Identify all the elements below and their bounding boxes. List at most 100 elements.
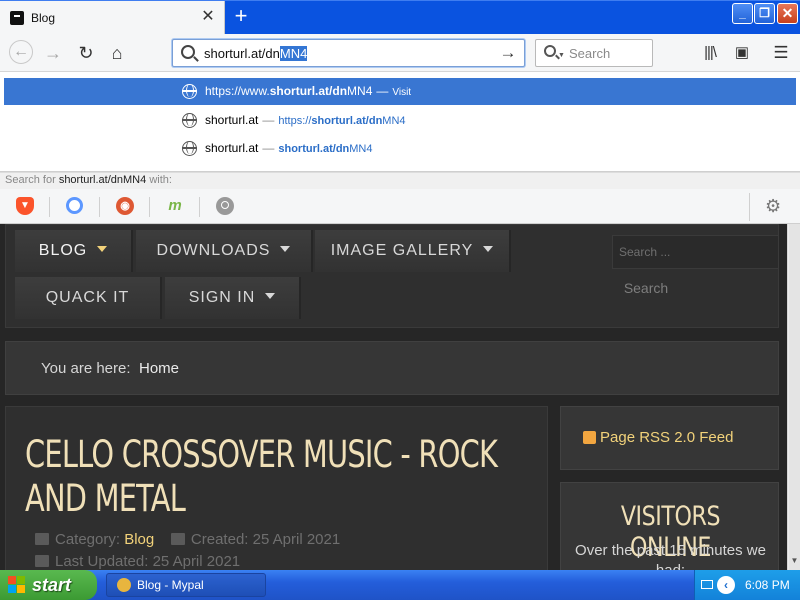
- article: CELLO CROSSOVER MUSIC - ROCK AND METAL C…: [5, 406, 548, 570]
- menu-label: DOWNLOADS: [156, 242, 271, 259]
- article-title[interactable]: CELLO CROSSOVER MUSIC - ROCK AND METAL: [25, 433, 524, 521]
- menu-label: BLOG: [38, 242, 88, 259]
- reload-icon[interactable]: ↻: [75, 42, 97, 64]
- vertical-scrollbar[interactable]: ▼: [787, 224, 800, 570]
- article-meta-updated: Last Updated: 25 April 2021: [35, 553, 240, 570]
- menu-item-sign-in[interactable]: SIGN IN: [165, 277, 301, 319]
- suggestion-row[interactable]: shorturl.at — https://shorturl.at/dnMN4: [4, 107, 796, 134]
- url-text[interactable]: shorturl.at/dnMN4: [204, 46, 308, 61]
- suggestion-dash: —: [262, 141, 275, 155]
- go-arrow-icon[interactable]: →: [498, 43, 518, 63]
- suggestion-url-rest: MN4: [349, 143, 373, 155]
- library-icon[interactable]: |||\: [699, 42, 721, 64]
- menu-item-quack-it[interactable]: QUACK IT: [15, 277, 162, 319]
- rss-feed-link[interactable]: Page RSS 2.0 Feed: [600, 429, 733, 446]
- folder-icon: [35, 533, 49, 545]
- updated-date: Last Updated: 25 April 2021: [55, 553, 241, 570]
- suggestion-row-visit[interactable]: https://www.shorturl.at/dnMN4— Visit: [4, 78, 796, 105]
- menu-item-blog[interactable]: BLOG: [15, 230, 133, 272]
- site-navigation: BLOG DOWNLOADS IMAGE GALLERY QUACK IT SI…: [5, 224, 779, 328]
- keyboard-icon[interactable]: [701, 580, 713, 589]
- suggestion-url-match-2: dn: [332, 84, 348, 98]
- caret-down-icon: [265, 292, 276, 299]
- url-autocomplete-dropdown: https://www.shorturl.at/dnMN4— Visit shor…: [0, 72, 800, 172]
- suggestion-url-match: shorturl.at/: [278, 143, 336, 155]
- search-icon: [181, 45, 195, 59]
- suggestion-row[interactable]: shorturl.at — shorturl.at/dnMN4: [4, 135, 796, 162]
- calendar-icon: [35, 555, 49, 567]
- home-icon[interactable]: ⌂: [106, 42, 128, 64]
- close-tab-icon[interactable]: ✕: [199, 8, 217, 26]
- search-engine-icon[interactable]: [544, 45, 556, 57]
- search-input[interactable]: ▼ Search: [535, 39, 653, 67]
- start-button[interactable]: start: [0, 570, 97, 600]
- globe-icon: [182, 141, 197, 156]
- minimize-button[interactable]: _: [732, 3, 753, 24]
- close-window-button[interactable]: ✕: [777, 3, 798, 24]
- menu-item-downloads[interactable]: DOWNLOADS: [136, 230, 313, 272]
- title-bar: Blog ✕ + _ ❐ ✕: [0, 0, 800, 35]
- brave-search-icon[interactable]: ▼: [16, 197, 34, 215]
- scroll-down-arrow-icon[interactable]: ▼: [788, 554, 800, 568]
- mypal-icon: [117, 578, 131, 592]
- menu-label: QUACK IT: [45, 289, 130, 306]
- url-input[interactable]: shorturl.at/dnMN4 →: [172, 39, 525, 67]
- url-typed: shorturl.at/dn: [204, 46, 280, 61]
- rss-icon: [583, 431, 596, 444]
- globe-icon: [182, 113, 197, 128]
- category-link[interactable]: Blog: [124, 531, 154, 548]
- divider: [49, 197, 50, 217]
- breadcrumb: You are here: Home: [5, 341, 779, 395]
- divider: [199, 197, 200, 217]
- suggestion-text: shorturl.at — shorturl.at/dnMN4: [205, 141, 373, 155]
- suggestion-url-match-2: dn: [368, 115, 383, 127]
- search-for-bar: Search for shorturl.at/dnMN4 with:: [0, 172, 800, 189]
- created-date: Created: 25 April 2021: [190, 531, 341, 548]
- windows-logo-icon: [8, 576, 26, 594]
- maximize-button[interactable]: ❐: [754, 3, 775, 24]
- suggestion-url: https://www.shorturl.at/dnMN4— Visit: [205, 84, 411, 98]
- taskbar: start Blog - Mypal ‹ 6:08 PM: [0, 570, 800, 600]
- suggestion-action: Visit: [392, 87, 412, 98]
- other-search-icon[interactable]: [216, 197, 234, 215]
- site-search-button[interactable]: Search: [612, 273, 680, 303]
- calendar-icon: [170, 533, 185, 545]
- caret-down-icon: [483, 245, 494, 252]
- gear-icon[interactable]: ⚙: [765, 196, 781, 217]
- sidebar-icon[interactable]: ▣: [731, 42, 753, 64]
- mojeek-search-icon[interactable]: m: [166, 197, 184, 215]
- caret-down-icon: [97, 245, 108, 252]
- qwant-search-icon[interactable]: [66, 197, 83, 214]
- category-label: Category:: [55, 531, 121, 548]
- task-label: Blog - Mypal: [137, 578, 204, 592]
- hamburger-menu-icon[interactable]: ☰: [770, 42, 792, 64]
- one-off-search-engines: ▼ ◉ m ⚙: [0, 189, 800, 224]
- new-tab-button[interactable]: +: [229, 5, 253, 29]
- suggestion-title: shorturl.at: [205, 113, 259, 127]
- site-search-input[interactable]: Search ...: [612, 235, 779, 269]
- menu-label: SIGN IN: [188, 289, 256, 306]
- suggestion-dash: —: [376, 84, 389, 98]
- suggestion-dash: —: [262, 113, 275, 127]
- suggestion-title: shorturl.at: [205, 141, 259, 155]
- breadcrumb-home-link[interactable]: Home: [139, 360, 179, 377]
- divider: [149, 197, 150, 217]
- taskbar-task-blog[interactable]: Blog - Mypal: [106, 573, 266, 597]
- duckduckgo-search-icon[interactable]: ◉: [116, 197, 134, 215]
- scrollbar-thumb[interactable]: [789, 224, 800, 570]
- forward-arrow-icon[interactable]: →: [42, 42, 64, 64]
- breadcrumb-label: You are here:: [41, 360, 131, 377]
- visitors-module: VISITORS ONLINE Over the past 15 minutes…: [560, 482, 779, 570]
- clock[interactable]: 6:08 PM: [745, 578, 790, 592]
- tab-blog[interactable]: Blog ✕: [0, 1, 225, 35]
- caret-down-icon: [280, 245, 291, 252]
- suggestion-url-prefix: https://www.: [205, 84, 270, 98]
- site-favicon-icon: [10, 11, 24, 25]
- menu-item-image-gallery[interactable]: IMAGE GALLERY: [315, 230, 511, 272]
- search-placeholder: Search: [569, 46, 611, 61]
- tray-expand-icon[interactable]: ‹: [717, 576, 735, 594]
- chevron-down-icon: ▼: [558, 52, 565, 59]
- search-for-suffix: with:: [149, 174, 172, 186]
- back-arrow-icon[interactable]: ←: [9, 40, 33, 64]
- search-for-query: shorturl.at/dnMN4: [58, 174, 147, 186]
